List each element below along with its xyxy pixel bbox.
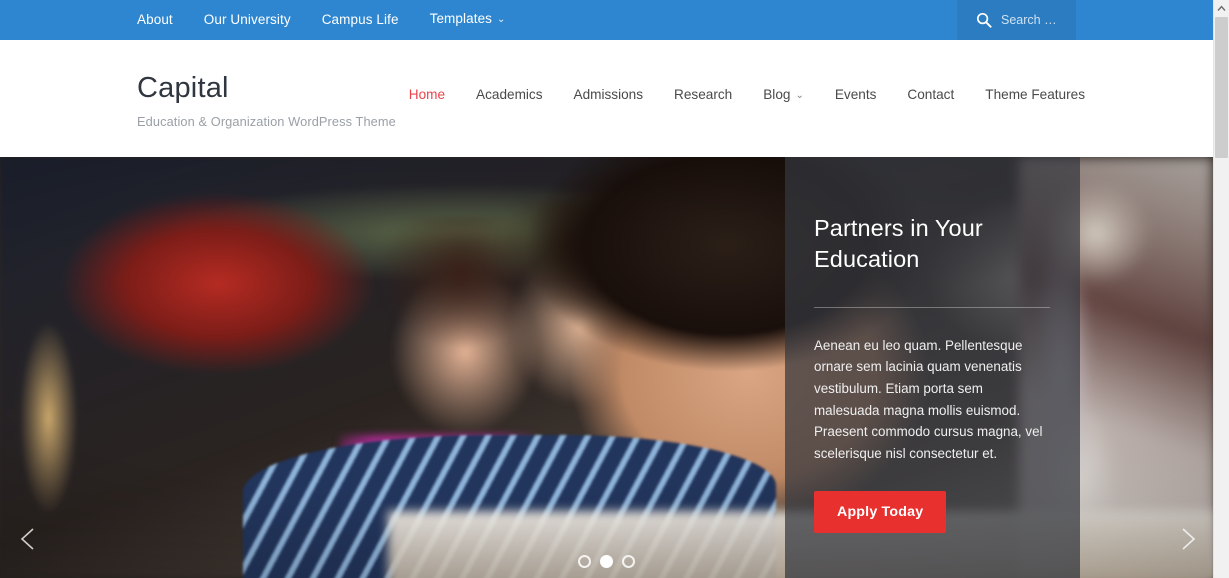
nav-item-academics[interactable]: Academics [476,87,542,102]
nav-item-home[interactable]: Home [409,87,445,102]
slider-prev-button[interactable] [14,524,44,554]
hero-caption-text: Aenean eu leo quam. Pellentesque ornare … [814,337,1043,462]
search-icon [976,12,992,28]
topnav-label: About [137,12,173,27]
nav-label: Events [834,87,877,102]
search-input[interactable]: Search … [1001,13,1057,27]
page-scrollbar[interactable] [1213,0,1229,578]
chevron-down-icon: ⌄ [795,90,804,101]
nav-item-research[interactable]: Research [674,87,732,102]
nav-label: Blog [763,87,791,102]
nav-label: Admissions [573,87,644,102]
site-title[interactable]: Capital [137,72,396,105]
topnav-label: Campus Life [321,12,399,27]
nav-item-contact[interactable]: Contact [907,87,954,102]
slider-dot-2[interactable] [600,555,613,568]
topnav-item-templates[interactable]: Templates ⌄ [430,0,525,41]
top-nav: About Our University Campus Life Templat… [137,0,525,40]
nav-label: Research [674,87,733,102]
nav-label: Contact [907,87,955,102]
hero-caption-panel: Partners in Your Education Aenean eu leo… [785,157,1080,578]
slider-dot-3[interactable] [622,555,635,568]
apply-today-button[interactable]: Apply Today [814,490,947,533]
nav-item-events[interactable]: Events [835,87,877,102]
hero-caption-divider [814,306,1050,308]
chevron-left-icon [14,524,44,554]
topnav-item-campus-life[interactable]: Campus Life [322,0,418,40]
browser-page: About Our University Campus Life Templat… [0,0,1229,578]
topnav-item-our-university[interactable]: Our University [204,0,310,40]
nav-item-blog[interactable]: Blog ⌄ [763,87,804,102]
chevron-right-icon [1172,524,1202,554]
search-box[interactable]: Search … [957,0,1076,40]
nav-label: Academics [476,87,543,102]
nav-label: Home [408,87,446,102]
slider-next-button[interactable] [1172,524,1202,554]
scrollbar-thumb[interactable] [1215,17,1228,158]
topnav-label: Templates [429,11,493,26]
slider-dot-1[interactable] [578,555,591,568]
site-header: Capital Education & Organization WordPre… [0,40,1213,157]
slider-pagination [0,555,1213,568]
hero-slider: Partners in Your Education Aenean eu leo… [0,157,1213,578]
nav-label: Theme Features [985,87,1085,102]
primary-nav: Home Academics Admissions Research Blog ⌄… [409,87,1085,102]
nav-item-admissions[interactable]: Admissions [574,87,644,102]
nav-item-theme-features[interactable]: Theme Features [985,87,1085,102]
page-viewport: About Our University Campus Life Templat… [0,0,1213,578]
hero-caption-title: Partners in Your Education [814,215,983,273]
site-branding: Capital Education & Organization WordPre… [137,72,396,129]
chevron-up-icon [1217,5,1226,11]
topnav-label: Our University [203,12,291,27]
chevron-down-icon: ⌄ [497,14,506,25]
site-tagline: Education & Organization WordPress Theme [137,113,396,129]
topnav-item-about[interactable]: About [137,0,192,40]
scrollbar-up-button[interactable] [1214,0,1229,17]
top-utility-bar: About Our University Campus Life Templat… [0,0,1213,40]
